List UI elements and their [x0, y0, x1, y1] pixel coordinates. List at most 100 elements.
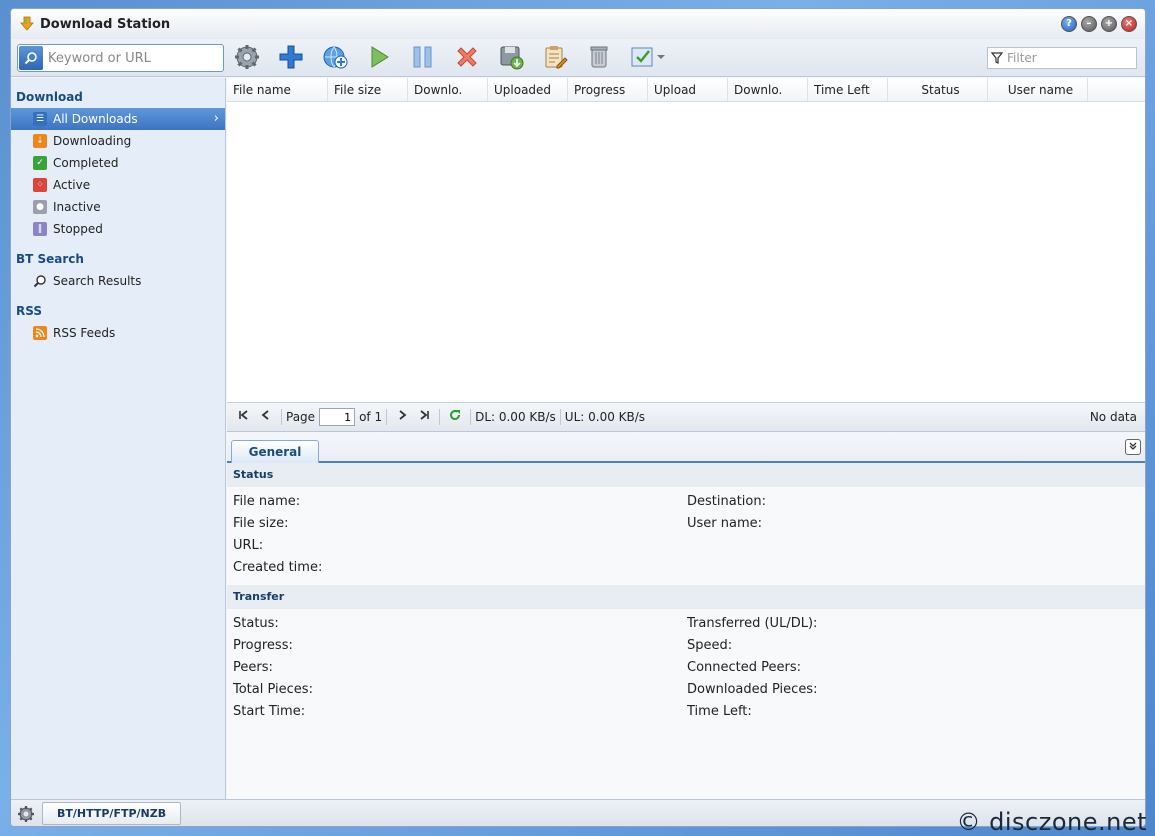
- column-header-status[interactable]: Status: [888, 78, 988, 102]
- download-grid: File name File size Downlo. Uploaded Pro…: [227, 78, 1145, 402]
- start-time-label: Start Time:: [233, 704, 306, 719]
- gear-icon: [234, 44, 260, 73]
- sidebar-item-label: Search Results: [53, 274, 142, 288]
- column-header-file-name[interactable]: File name: [227, 78, 328, 102]
- sidebar-item-stopped[interactable]: ‖ Stopped: [11, 218, 225, 240]
- details-panel: General Status File name: Destination: Fi…: [227, 433, 1145, 799]
- column-header-download[interactable]: Downlo.: [728, 78, 808, 102]
- refresh-button[interactable]: [444, 406, 466, 428]
- toolbar: [11, 39, 1145, 77]
- checkbox-dropdown-icon: [629, 44, 667, 73]
- double-chevron-down-icon: [1128, 441, 1138, 454]
- pause-small-icon: ‖: [33, 222, 47, 236]
- sidebar-item-search-results[interactable]: Search Results: [11, 270, 225, 292]
- first-page-icon: [238, 409, 250, 425]
- column-header-progress[interactable]: Progress: [568, 78, 648, 102]
- column-header-uploaded[interactable]: Uploaded: [488, 78, 568, 102]
- play-icon: [366, 44, 392, 73]
- page-count-label: of 1: [359, 410, 383, 424]
- first-page-button[interactable]: [233, 406, 255, 428]
- check-icon: ✓: [33, 156, 47, 170]
- download-arrow-icon: [19, 16, 35, 32]
- edit-button[interactable]: [540, 43, 570, 73]
- tab-bt-http-ftp-nzb[interactable]: BT/HTTP/FTP/NZB: [42, 802, 182, 825]
- last-page-button[interactable]: [413, 406, 435, 428]
- column-header-upload[interactable]: Upload: [648, 78, 728, 102]
- chevron-right-icon: [396, 409, 408, 425]
- transfer-fields: Status: Transferred (UL/DL): Progress: Spe…: [227, 609, 1145, 729]
- time-left-label: Time Left:: [687, 704, 752, 719]
- watermark: © disczone.net: [956, 808, 1147, 836]
- tab-general[interactable]: General: [231, 440, 319, 463]
- chevron-left-icon: [260, 409, 272, 425]
- resume-button[interactable]: [364, 43, 394, 73]
- destination-label: Destination:: [687, 494, 766, 509]
- download-icon: ↓: [33, 134, 47, 148]
- save-button[interactable]: [496, 43, 526, 73]
- pager-separator: [439, 409, 441, 425]
- settings-button[interactable]: [232, 43, 262, 73]
- column-header-user-name[interactable]: User name: [988, 78, 1088, 102]
- collapse-button[interactable]: [1125, 439, 1141, 455]
- sidebar-item-completed[interactable]: ✓ Completed: [11, 152, 225, 174]
- select-menu-button[interactable]: [628, 43, 668, 73]
- sidebar-item-rss-feeds[interactable]: RSS Feeds: [11, 322, 225, 344]
- delete-button[interactable]: [452, 43, 482, 73]
- page-label: Page: [286, 410, 316, 424]
- minimize-button[interactable]: –: [1081, 16, 1097, 32]
- clipboard-edit-icon: [542, 44, 568, 73]
- pause-button[interactable]: [408, 43, 438, 73]
- magnifier-icon: [33, 274, 47, 288]
- window-title: Download Station: [40, 16, 171, 32]
- plus-icon: [278, 44, 304, 73]
- search-input[interactable]: [44, 50, 214, 66]
- bottom-settings-button[interactable]: [17, 805, 35, 823]
- search-icon[interactable]: [19, 46, 43, 70]
- status-section-header: Status: [227, 463, 1145, 487]
- column-header-time-left[interactable]: Time Left: [808, 78, 888, 102]
- column-header-file-size[interactable]: File size: [328, 78, 408, 102]
- column-header-downloaded[interactable]: Downlo.: [408, 78, 488, 102]
- created-time-label: Created time:: [233, 560, 323, 575]
- prev-page-button[interactable]: [255, 406, 277, 428]
- pager-separator: [470, 409, 472, 425]
- sidebar-item-label: Active: [53, 178, 91, 192]
- help-button[interactable]: ?: [1061, 16, 1077, 32]
- sidebar-section-bt-search: BT Search: [16, 252, 84, 266]
- inactive-icon: ●: [33, 200, 47, 214]
- chevron-right-icon: ›: [213, 111, 219, 126]
- sidebar-item-label: Completed: [53, 156, 119, 170]
- pagination-bar: Page of 1 DL: 0.00 KB/s UL: 0.00 KB/s No…: [227, 402, 1145, 432]
- disk-download-icon: [498, 44, 524, 73]
- connected-peers-label: Connected Peers:: [687, 660, 802, 675]
- clear-button[interactable]: [584, 43, 614, 73]
- sidebar-item-label: Inactive: [53, 200, 101, 214]
- sidebar-item-label: RSS Feeds: [53, 326, 116, 340]
- add-url-button[interactable]: [320, 43, 350, 73]
- next-page-button[interactable]: [391, 406, 413, 428]
- sidebar-item-inactive[interactable]: ● Inactive: [11, 196, 225, 218]
- add-button[interactable]: [276, 43, 306, 73]
- search-box: [17, 44, 224, 72]
- page-number-input[interactable]: [319, 408, 356, 426]
- window-controls: ? – + ×: [1061, 16, 1137, 32]
- ul-speed: UL: 0.00 KB/s: [564, 410, 646, 424]
- close-button[interactable]: ×: [1121, 16, 1137, 32]
- maximize-button[interactable]: +: [1101, 16, 1117, 32]
- url-label: URL:: [233, 538, 264, 553]
- sidebar-item-active[interactable]: ⁘ Active: [11, 174, 225, 196]
- filter-input[interactable]: [1003, 51, 1123, 65]
- title-bar: Download Station ? – + ×: [11, 9, 1145, 39]
- pager-separator: [281, 409, 282, 425]
- speed-label: Speed:: [687, 638, 733, 653]
- file-name-label: File name:: [233, 494, 301, 509]
- list-icon: ☰: [33, 112, 47, 126]
- rss-icon: [33, 326, 47, 340]
- gear-icon: [17, 806, 35, 826]
- transfer-section-header: Transfer: [227, 585, 1145, 609]
- sidebar-item-label: Downloading: [53, 134, 132, 148]
- active-icon: ⁘: [33, 178, 47, 192]
- sidebar-item-downloading[interactable]: ↓ Downloading: [11, 130, 225, 152]
- sidebar-item-all-downloads[interactable]: ☰ All Downloads ›: [11, 108, 225, 130]
- progress-label: Progress:: [233, 638, 293, 653]
